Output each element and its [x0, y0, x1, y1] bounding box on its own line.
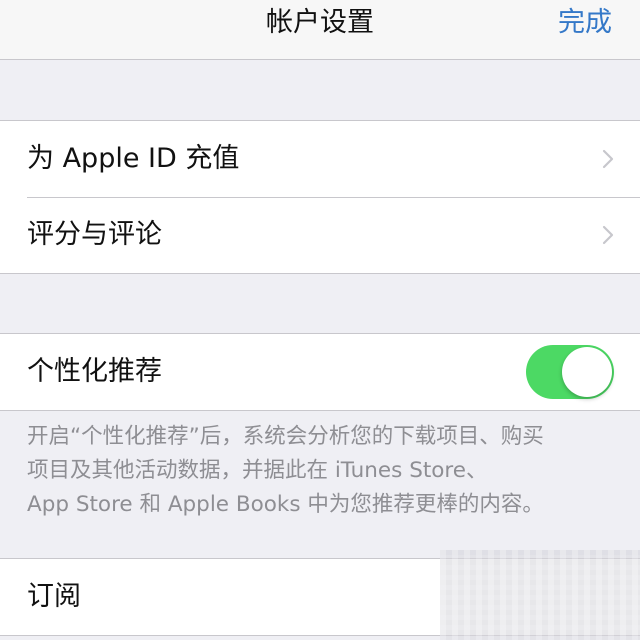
ratings-reviews-label: 评分与评论 — [27, 219, 162, 250]
chevron-right-icon — [602, 149, 614, 169]
add-funds-label: 为 Apple ID 充值 — [27, 143, 240, 174]
personalized-recommendations-group: 个性化推荐 — [0, 333, 640, 411]
personalized-recommendations-row: 个性化推荐 — [0, 334, 640, 410]
done-button[interactable]: 完成 — [558, 0, 612, 46]
recommendations-description: 开启“个性化推荐”后，系统会分析您的下载项目、购买 项目及其他活动数据，并据此在… — [27, 424, 544, 517]
toggle-knob — [562, 347, 612, 397]
account-actions-group: 为 Apple ID 充值 评分与评论 — [0, 120, 640, 274]
add-funds-row[interactable]: 为 Apple ID 充值 — [0, 121, 640, 197]
watermark-blur — [440, 550, 640, 640]
personalized-recommendations-label: 个性化推荐 — [27, 356, 162, 387]
personalized-recommendations-toggle[interactable] — [526, 345, 614, 399]
ratings-reviews-row[interactable]: 评分与评论 — [0, 197, 640, 273]
chevron-right-icon — [602, 225, 614, 245]
page-title: 帐户设置 — [266, 7, 374, 38]
navigation-bar: 帐户设置 完成 — [0, 0, 640, 60]
subscriptions-label: 订阅 — [27, 581, 81, 612]
